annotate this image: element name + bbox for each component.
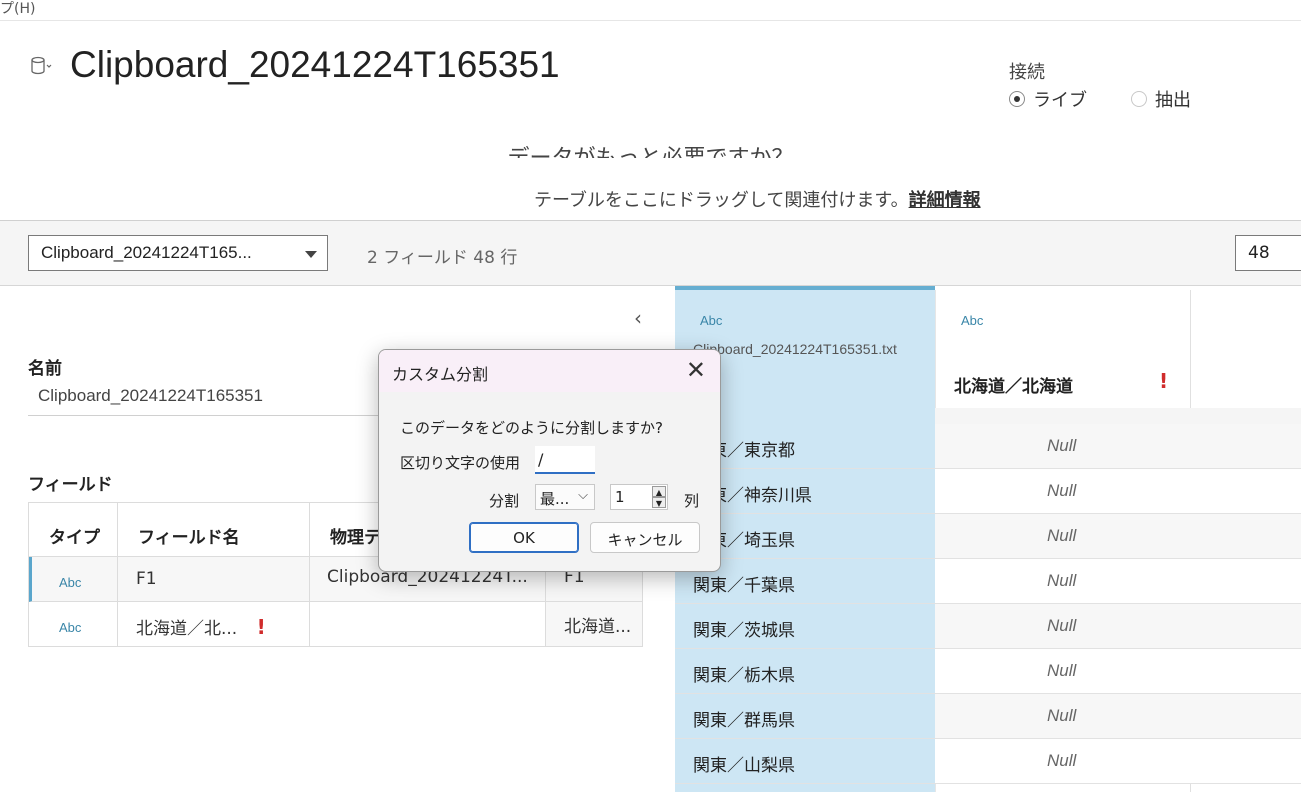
connection-live-option[interactable]: ライブ [1009,86,1087,112]
table-row[interactable]: 関東／茨城県 Null [675,604,1301,649]
partial-canvas-heading: データがもっと必要ですか？ [0,136,1301,158]
split-count-stepper[interactable]: 1 ▲ ▼ [610,484,668,510]
row-bg [1191,514,1301,558]
table-select[interactable]: Clipboard_20241224T165... [28,235,328,271]
row-bg [1191,649,1301,693]
cancel-button[interactable]: キャンセル [590,522,700,553]
grid-cell-null[interactable]: Null [1047,436,1076,456]
row-bg [1191,694,1301,738]
row-bg [1191,424,1301,468]
stepper-up-icon[interactable]: ▲ [652,486,666,497]
data-source-title[interactable]: Clipboard_20241224T165351 [70,44,560,86]
table-select-value: Clipboard_20241224T165... [41,243,252,262]
close-icon[interactable]: ✕ [686,356,706,384]
grid-cell-null[interactable]: Null [1047,706,1076,726]
grid-cell[interactable]: 関東／群馬県 [693,706,795,731]
row-bg [1191,604,1301,648]
drag-hint-text: テーブルをここにドラッグして関連付けます。 [534,190,909,211]
grid-cell-null[interactable]: Null [1047,526,1076,546]
live-radio-label: ライブ [1033,90,1087,111]
more-info-link[interactable]: 詳細情報 [909,190,981,211]
field-name-cell[interactable]: 北海道／北... ! [118,602,310,647]
split-count-value: 1 [615,488,625,506]
grid-cell-null[interactable]: Null [1047,616,1076,636]
connection-extract-option[interactable]: 抽出 [1131,86,1191,112]
grid-cell[interactable]: 関東／栃木県 [693,661,795,686]
table-row[interactable]: 関東／山梨県 Null [675,739,1301,784]
grid-cell[interactable]: 関東／茨城県 [693,616,795,641]
split-mode-value: 最... [540,490,570,508]
grid-cell-null[interactable]: Null [1047,571,1076,591]
split-label: 分割 [489,492,520,510]
menu-divider [0,20,1301,21]
field-row-count: 2 フィールド 48 行 [367,248,518,268]
grid-cell-null[interactable]: Null [1047,481,1076,501]
string-type-icon[interactable]: Abc [700,313,722,328]
extract-radio-button[interactable] [1131,91,1147,107]
delimiter-label: 区切り文字の使用 [400,454,521,472]
dialog-title: カスタム分割 [392,365,489,384]
exclamation-icon[interactable]: ! [257,615,266,639]
grid-cell-null[interactable]: Null [1047,661,1076,681]
table-row[interactable]: 関東／神奈川県 Null [675,469,1301,514]
column-source-label: Clipboard_20241224T165351.txt [693,341,897,357]
table-row[interactable]: 関東／栃木県 Null [675,649,1301,694]
table-row[interactable]: Abc [29,602,118,647]
remote-field-cell: 北海道... [546,602,642,647]
physical-table-cell [310,602,546,647]
connection-label: 接続 [1009,62,1045,83]
column-header-name[interactable]: 北海道／北海道 [954,372,1073,397]
table-row[interactable]: 関東／群馬県 Null [675,694,1301,739]
header-type[interactable]: タイプ [29,503,118,557]
dialog-question: このデータをどのように分割しますか? [400,419,663,437]
string-type-icon[interactable]: Abc [59,620,81,635]
live-radio-button[interactable] [1009,91,1025,107]
grid-column-selection-bar [675,286,935,290]
ok-button[interactable]: OK [469,522,579,553]
help-menu-fragment[interactable]: プ(H) [0,0,35,18]
chevron-down-icon: ⌵ [578,488,588,503]
rows-input[interactable]: 48 [1235,235,1301,271]
custom-split-dialog: カスタム分割 ✕ このデータをどのように分割しますか? 区切り文字の使用 / 分… [378,349,721,572]
collapse-panel-icon[interactable]: ‹ [634,306,642,330]
exclamation-icon[interactable]: ! [1159,369,1168,393]
field-name-cell[interactable]: F1 [118,557,310,602]
split-mode-select[interactable]: 最... ⌵ [535,484,595,510]
field-name-text: 北海道／北... [136,619,238,639]
row-bg [1191,469,1301,513]
drag-hint: テーブルをここにドラッグして関連付けます。詳細情報 [534,186,981,212]
table-row[interactable]: 関東／千葉県 Null [675,559,1301,604]
stepper-down-icon[interactable]: ▼ [652,497,666,508]
table-row[interactable]: 関東／埼玉県 Null [675,514,1301,559]
table-row[interactable]: 関東／東京都 Null [675,424,1301,469]
fields-label: フィールド [28,475,113,495]
columns-label: 列 [684,492,700,510]
database-icon[interactable] [30,56,52,76]
delimiter-input[interactable]: / [535,446,595,474]
name-input[interactable]: Clipboard_20241224T165351 [28,376,378,416]
string-type-icon[interactable]: Abc [59,575,81,590]
grid-cell[interactable]: 関東／千葉県 [693,571,795,596]
grid-cell[interactable]: 関東／山梨県 [693,751,795,776]
grid-cell-null[interactable]: Null [1047,751,1076,771]
chevron-down-icon [305,251,317,258]
row-bg [1191,739,1301,783]
table-row[interactable]: Abc [29,557,118,602]
row-bg [1191,559,1301,603]
string-type-icon[interactable]: Abc [961,313,983,328]
header-field-name[interactable]: フィールド名 [118,503,310,557]
extract-radio-label: 抽出 [1155,90,1191,111]
